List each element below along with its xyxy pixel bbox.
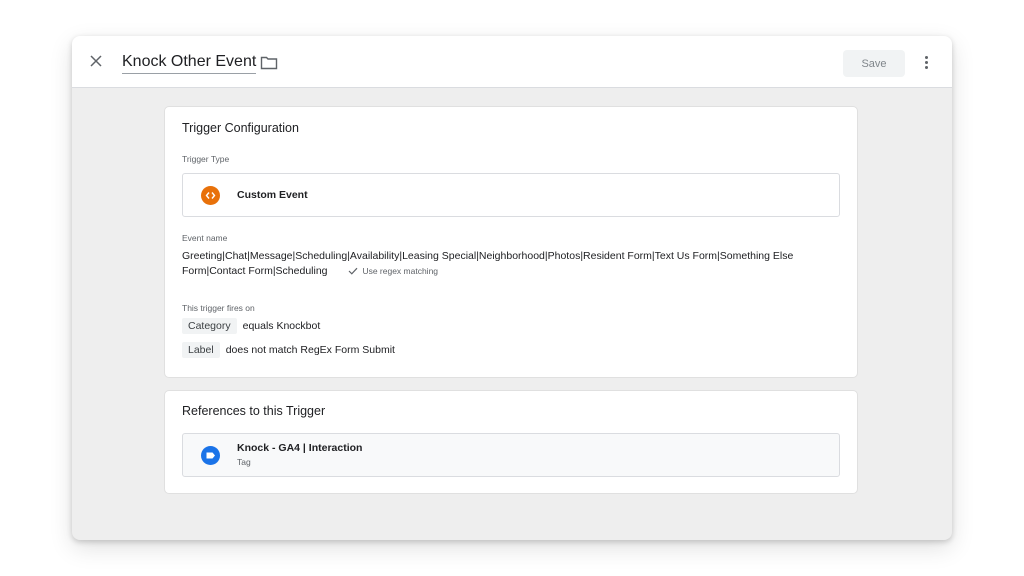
condition-row: Category equals Knockbot <box>182 318 320 334</box>
condition-rule: equals Knockbot <box>242 320 321 332</box>
references-card: References to this Trigger Knock - GA4 |… <box>164 390 858 494</box>
trigger-type-selector[interactable]: Custom Event <box>182 173 840 217</box>
editor-header: Knock Other Event Save <box>72 36 952 88</box>
event-name-label: Event name <box>182 233 228 243</box>
reference-type: Tag <box>237 457 251 467</box>
fires-on-label: This trigger fires on <box>182 303 255 313</box>
condition-variable: Category <box>182 318 237 334</box>
reference-item[interactable]: Knock - GA4 | Interaction Tag <box>182 433 840 477</box>
event-name-text: Greeting|Chat|Message|Scheduling|Availab… <box>182 250 794 277</box>
trigger-editor-window: Knock Other Event Save Trigger Configura… <box>72 36 952 540</box>
more-vert-icon[interactable] <box>918 54 934 74</box>
folder-icon[interactable] <box>260 55 278 71</box>
custom-event-icon <box>201 186 220 205</box>
condition-variable: Label <box>182 342 220 358</box>
tag-icon <box>201 446 220 465</box>
regex-indicator: Use regex matching <box>348 264 438 279</box>
trigger-type-label: Trigger Type <box>182 154 230 164</box>
regex-label: Use regex matching <box>362 266 439 276</box>
reference-name: Knock - GA4 | Interaction <box>237 442 363 454</box>
references-heading: References to this Trigger <box>182 404 326 418</box>
trigger-configuration-card[interactable]: Trigger Configuration Trigger Type Custo… <box>164 106 858 378</box>
check-icon <box>349 267 358 275</box>
trigger-type-value: Custom Event <box>237 189 308 201</box>
event-name-value: Greeting|Chat|Message|Scheduling|Availab… <box>182 249 842 279</box>
condition-row: Label does not match RegEx Form Submit <box>182 342 395 358</box>
condition-rule: does not match RegEx Form Submit <box>225 344 395 356</box>
save-button[interactable]: Save <box>843 50 905 77</box>
close-icon[interactable] <box>86 51 106 71</box>
trigger-configuration-heading: Trigger Configuration <box>182 121 299 135</box>
trigger-name-title[interactable]: Knock Other Event <box>122 53 257 74</box>
